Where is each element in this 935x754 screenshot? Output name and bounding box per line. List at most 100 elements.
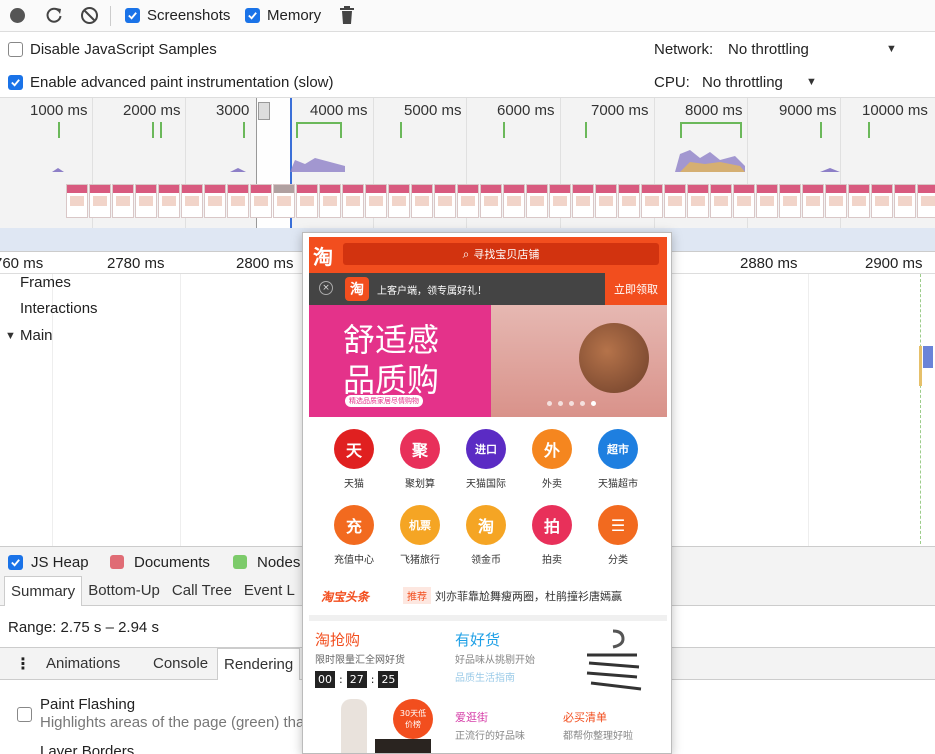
overview-tick-label: 10000 ms	[862, 102, 928, 119]
disable-js-samples-checkbox[interactable]	[8, 42, 23, 57]
screenshot-thumbnail[interactable]	[618, 184, 640, 218]
category-icon-button[interactable]: ☰ 分类	[585, 505, 651, 566]
screenshot-thumbnail[interactable]	[204, 184, 226, 218]
main-track-label[interactable]: Main	[20, 327, 53, 344]
category-icon-button[interactable]: 超市 天猫超市	[585, 429, 651, 490]
promo-claim-button[interactable]: 立即领取	[605, 273, 667, 305]
screenshot-thumbnail[interactable]	[549, 184, 571, 218]
screenshot-thumbnail[interactable]	[641, 184, 663, 218]
cpu-select[interactable]: No throttling	[702, 74, 783, 91]
category-icon-button[interactable]: 淘领金币	[453, 505, 519, 566]
screenshot-thumbnail[interactable]	[894, 184, 916, 218]
overview-tick-label: 8000 ms	[685, 102, 743, 119]
timeline-overview[interactable]: 1000 ms 2000 ms 3000 4000 ms 5000 ms 600…	[0, 98, 935, 252]
screenshot-thumbnail[interactable]	[917, 184, 935, 218]
selection-handle[interactable]	[258, 102, 270, 120]
timer-seconds: 25	[378, 671, 399, 688]
must-buy-card[interactable]: 必买清单 都帮你整理好啦	[561, 707, 665, 753]
screenshot-thumbnail[interactable]	[457, 184, 479, 218]
screenshot-thumbnail[interactable]	[664, 184, 686, 218]
cpu-dropdown-icon[interactable]: ▼	[806, 76, 817, 88]
headline-bar[interactable]: 淘宝头条 推荐 刘亦菲靠尬舞瘦两圈，杜鹃撞衫唐嫣赢	[309, 581, 667, 611]
tab-console[interactable]: Console	[147, 648, 214, 678]
memory-label: Memory	[267, 7, 322, 24]
screenshot-thumbnail[interactable]	[158, 184, 180, 218]
screenshot-thumbnail[interactable]	[112, 184, 134, 218]
network-dropdown-icon[interactable]: ▼	[886, 43, 897, 55]
paint-instrumentation-checkbox[interactable]	[8, 75, 23, 90]
screenshot-thumbnail[interactable]	[135, 184, 157, 218]
screenshot-thumbnail[interactable]	[756, 184, 778, 218]
memory-checkbox[interactable]	[245, 8, 260, 23]
screenshot-thumbnail[interactable]	[710, 184, 732, 218]
screenshot-thumbnail[interactable]	[480, 184, 502, 218]
screenshot-thumbnail[interactable]	[733, 184, 755, 218]
screenshot-thumbnail[interactable]	[365, 184, 387, 218]
category-icon-button[interactable]: 聚聚划算	[387, 429, 453, 490]
screenshot-thumbnail[interactable]	[273, 184, 295, 218]
screenshot-thumbnail[interactable]	[181, 184, 203, 218]
category-icon-button[interactable]: 外外卖	[519, 429, 585, 490]
tab-animations[interactable]: Animations	[40, 648, 126, 678]
good-goods-link[interactable]: 品质生活指南	[455, 669, 515, 684]
screenshot-thumbnail[interactable]	[503, 184, 525, 218]
trash-icon[interactable]	[339, 6, 355, 29]
screenshot-thumbnail[interactable]	[250, 184, 272, 218]
good-goods-card[interactable]: 有好货 好品味从挑剔开始 品质生活指南	[453, 627, 663, 699]
nodes-checkbox[interactable]	[233, 555, 247, 569]
tab-event-log[interactable]: Event L	[238, 576, 301, 606]
screenshot-thumbnail[interactable]	[848, 184, 870, 218]
screenshot-thumbnail[interactable]	[227, 184, 249, 218]
screenshot-thumbnail[interactable]	[296, 184, 318, 218]
interactions-track-label[interactable]: Interactions	[20, 300, 98, 317]
shopping-street-card[interactable]: 爱逛街 正流行的好品味	[453, 707, 553, 753]
screenshot-filmstrip[interactable]	[66, 184, 935, 218]
record-icon[interactable]	[10, 8, 25, 23]
close-icon[interactable]: ×	[319, 281, 333, 295]
category-icon-button[interactable]: 拍拍卖	[519, 505, 585, 566]
category-icon-button[interactable]: 进口 天猫国际	[453, 429, 519, 490]
flash-sale-card[interactable]: 淘抢购 限时限量汇全网好货 00 : 27 : 25 30天低价榜	[315, 627, 445, 753]
reload-icon[interactable]	[44, 5, 64, 29]
tab-call-tree[interactable]: Call Tree	[166, 576, 238, 606]
tab-rendering[interactable]: Rendering	[217, 648, 301, 680]
frames-track-label[interactable]: Frames	[20, 274, 71, 291]
documents-checkbox[interactable]	[110, 555, 124, 569]
screenshot-thumbnail[interactable]	[595, 184, 617, 218]
category-icon-button[interactable]: 机票 飞猪旅行	[387, 505, 453, 566]
screenshot-thumbnail[interactable]	[388, 184, 410, 218]
paint-flashing-checkbox[interactable]	[17, 707, 32, 722]
screenshot-thumbnail[interactable]	[871, 184, 893, 218]
carousel-dots[interactable]	[547, 401, 596, 406]
category-icon-button[interactable]: 充充值中心	[321, 505, 387, 566]
screenshot-thumbnail[interactable]	[802, 184, 824, 218]
screenshots-checkbox[interactable]	[125, 8, 140, 23]
screenshot-thumbnail[interactable]	[319, 184, 341, 218]
tab-bottom-up[interactable]: Bottom-Up	[82, 576, 166, 606]
drawer-menu-icon[interactable]: ⋮	[15, 654, 31, 674]
task-block[interactable]	[919, 346, 922, 386]
task-block[interactable]	[923, 346, 933, 368]
screenshot-thumbnail[interactable]	[89, 184, 111, 218]
js-heap-checkbox[interactable]	[8, 555, 23, 570]
ruler-tick-label: 2880 ms	[740, 255, 798, 272]
range-text: Range: 2.75 s – 2.94 s	[8, 619, 159, 636]
screenshot-thumbnail[interactable]	[779, 184, 801, 218]
screenshot-thumbnail[interactable]	[342, 184, 364, 218]
overview-tick-label: 3000	[216, 102, 250, 119]
screenshot-thumbnail[interactable]	[411, 184, 433, 218]
tab-summary[interactable]: Summary	[4, 575, 83, 606]
promo-banner[interactable]: 舒适感 品质购 精选品质家居尽情购物	[309, 305, 667, 417]
screenshot-thumbnail[interactable]	[66, 184, 88, 218]
screenshot-thumbnail[interactable]	[825, 184, 847, 218]
screenshot-thumbnail[interactable]	[434, 184, 456, 218]
screenshot-thumbnail[interactable]	[572, 184, 594, 218]
category-label: 天猫超市	[598, 479, 638, 490]
category-icon-button[interactable]: 天天猫	[321, 429, 387, 490]
mobile-search-input[interactable]: ⌕ 寻找宝贝店铺	[343, 243, 659, 265]
network-select[interactable]: No throttling	[728, 41, 809, 58]
screenshot-thumbnail[interactable]	[526, 184, 548, 218]
screenshot-thumbnail[interactable]	[687, 184, 709, 218]
clear-icon[interactable]	[80, 6, 99, 29]
main-expand-icon[interactable]: ▼	[5, 330, 16, 342]
